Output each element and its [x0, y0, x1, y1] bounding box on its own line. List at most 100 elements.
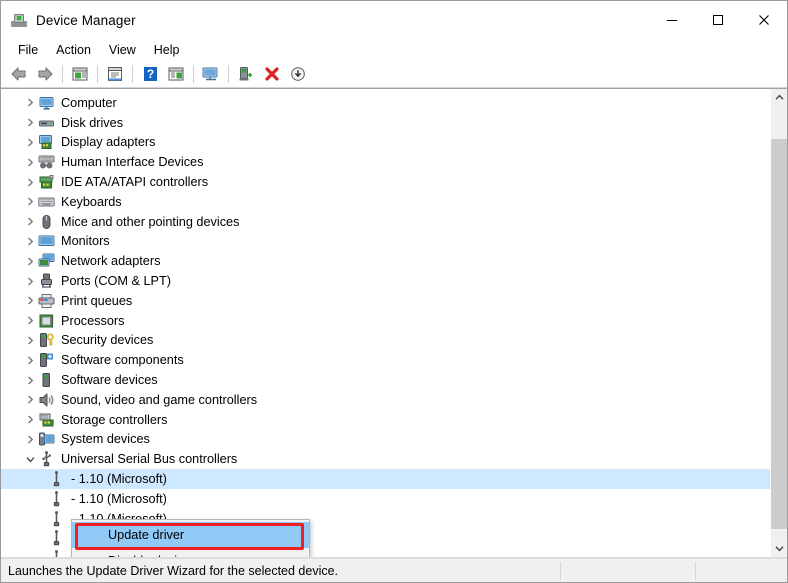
- tree-item-display-adapters[interactable]: Display adapters: [1, 133, 770, 153]
- scroll-down-icon: [775, 545, 784, 552]
- tree-item-label: Mice and other pointing devices: [61, 214, 239, 230]
- chevron-right-icon[interactable]: [23, 214, 38, 230]
- svg-text:?: ?: [147, 67, 154, 81]
- tree-child-usb-device-2[interactable]: - 1.10 (Microsoft): [1, 489, 770, 509]
- chevron-right-icon[interactable]: [23, 293, 38, 309]
- tree-item-software-devices[interactable]: Software devices: [1, 370, 770, 390]
- scroll-up-icon: [775, 94, 784, 101]
- forward-button[interactable]: [32, 63, 58, 86]
- chevron-right-icon[interactable]: [23, 253, 38, 269]
- tree-item-network-adapters[interactable]: Network adapters: [1, 251, 770, 271]
- tree-item-processors[interactable]: Processors: [1, 311, 770, 331]
- tree-item-software-components[interactable]: Software components: [1, 350, 770, 370]
- display-adapter-icon: [38, 134, 55, 150]
- tree-child-usb-device-1[interactable]: - 1.10 (Microsoft): [1, 469, 770, 489]
- chevron-right-icon[interactable]: [23, 154, 38, 170]
- tree-item-label: Human Interface Devices: [61, 154, 203, 170]
- back-button[interactable]: [6, 63, 32, 86]
- chevron-right-icon[interactable]: [23, 313, 38, 329]
- tree-item-label: System devices: [61, 431, 150, 447]
- vertical-scrollbar[interactable]: [770, 89, 787, 557]
- menu-file[interactable]: File: [9, 40, 47, 60]
- maximize-button[interactable]: [695, 1, 741, 39]
- ide-controller-icon: [38, 174, 55, 190]
- toolbar: ?: [1, 61, 787, 88]
- scroll-up-button[interactable]: [771, 89, 787, 106]
- tree-child-label: - 1.10 (Microsoft): [71, 471, 167, 487]
- device-manager-window: Device Manager File Action View Help: [0, 0, 788, 583]
- chevron-right-icon[interactable]: [23, 273, 38, 289]
- context-menu-item-update-driver[interactable]: Update driver: [72, 522, 309, 548]
- close-icon: [758, 14, 770, 26]
- tree-item-monitors[interactable]: Monitors: [1, 232, 770, 252]
- port-icon: [38, 273, 55, 289]
- tree-item-sound-video-and-game-controllers[interactable]: Sound, video and game controllers: [1, 390, 770, 410]
- tree-item-disk-drives[interactable]: Disk drives: [1, 113, 770, 133]
- status-bar-text: Launches the Update Driver Wizard for th…: [1, 563, 338, 579]
- chevron-right-icon[interactable]: [23, 174, 38, 190]
- title-bar: Device Manager: [1, 1, 787, 39]
- scan-for-hardware-changes-button[interactable]: [198, 63, 224, 86]
- tree-child-label: - 1.10 (Microsoft): [71, 491, 167, 507]
- scrollbar-thumb[interactable]: [771, 139, 787, 529]
- usb-device-icon: [48, 550, 65, 557]
- show-hide-action-pane-icon: [167, 66, 185, 82]
- disable-device-icon: [289, 66, 307, 82]
- tree-item-system-devices[interactable]: System devices: [1, 430, 770, 450]
- scan-for-hardware-changes-icon: [201, 66, 221, 82]
- chevron-right-icon[interactable]: [23, 134, 38, 150]
- tree-item-computer[interactable]: Computer: [1, 93, 770, 113]
- show-hide-console-tree-button[interactable]: [67, 63, 93, 86]
- tree-item-human-interface-devices[interactable]: Human Interface Devices: [1, 152, 770, 172]
- minimize-button[interactable]: [649, 1, 695, 39]
- chevron-right-icon[interactable]: [23, 115, 38, 131]
- chevron-right-icon[interactable]: [23, 352, 38, 368]
- processor-icon: [38, 313, 55, 329]
- toolbar-separator-4: [193, 65, 194, 83]
- close-button[interactable]: [741, 1, 787, 39]
- menu-bar: File Action View Help: [1, 39, 787, 61]
- update-driver-button[interactable]: [233, 63, 259, 86]
- disable-device-button[interactable]: [285, 63, 311, 86]
- chevron-right-icon[interactable]: [23, 431, 38, 447]
- chevron-down-icon[interactable]: [23, 451, 38, 467]
- tree-item-mice-and-other-pointing-devices[interactable]: Mice and other pointing devices: [1, 212, 770, 232]
- tree-item-print-queues[interactable]: Print queues: [1, 291, 770, 311]
- tree-item-universal-serial-bus-controllers[interactable]: Universal Serial Bus controllers: [1, 449, 770, 469]
- maximize-icon: [712, 14, 724, 26]
- tree-item-storage-controllers[interactable]: Storage controllers: [1, 410, 770, 430]
- tree-item-keyboards[interactable]: Keyboards: [1, 192, 770, 212]
- show-hide-action-pane-button[interactable]: [163, 63, 189, 86]
- menu-action[interactable]: Action: [47, 40, 100, 60]
- toolbar-separator-1: [62, 65, 63, 83]
- sound-controller-icon: [38, 392, 55, 408]
- device-tree[interactable]: Computer Disk drives Display adapters Hu…: [1, 89, 770, 557]
- keyboard-icon: [38, 194, 55, 210]
- uninstall-device-button[interactable]: [259, 63, 285, 86]
- chevron-right-icon[interactable]: [23, 332, 38, 348]
- chevron-right-icon[interactable]: [23, 233, 38, 249]
- properties-button[interactable]: [102, 63, 128, 86]
- tree-item-ports-com-lpt[interactable]: Ports (COM & LPT): [1, 271, 770, 291]
- menu-view[interactable]: View: [100, 40, 145, 60]
- chevron-right-icon[interactable]: [23, 392, 38, 408]
- chevron-right-icon[interactable]: [23, 372, 38, 388]
- tree-item-label: Computer: [61, 95, 117, 111]
- usb-device-icon: [48, 511, 65, 527]
- chevron-right-icon[interactable]: [23, 95, 38, 111]
- printer-icon: [38, 293, 55, 309]
- help-button[interactable]: ?: [137, 63, 163, 86]
- menu-help[interactable]: Help: [145, 40, 189, 60]
- context-menu-item-disable-device[interactable]: Disable device: [72, 548, 309, 557]
- tree-item-label: Network adapters: [61, 253, 160, 269]
- disk-drive-icon: [38, 115, 55, 131]
- chevron-right-icon[interactable]: [23, 412, 38, 428]
- chevron-right-icon[interactable]: [23, 194, 38, 210]
- scroll-down-button[interactable]: [771, 540, 787, 557]
- security-device-icon: [38, 332, 55, 348]
- tree-item-security-devices[interactable]: Security devices: [1, 331, 770, 351]
- status-bar-divider-1: [560, 562, 561, 580]
- status-bar: Launches the Update Driver Wizard for th…: [1, 558, 787, 582]
- tree-item-ide-ata-atapi-controllers[interactable]: IDE ATA/ATAPI controllers: [1, 172, 770, 192]
- system-device-icon: [38, 431, 55, 447]
